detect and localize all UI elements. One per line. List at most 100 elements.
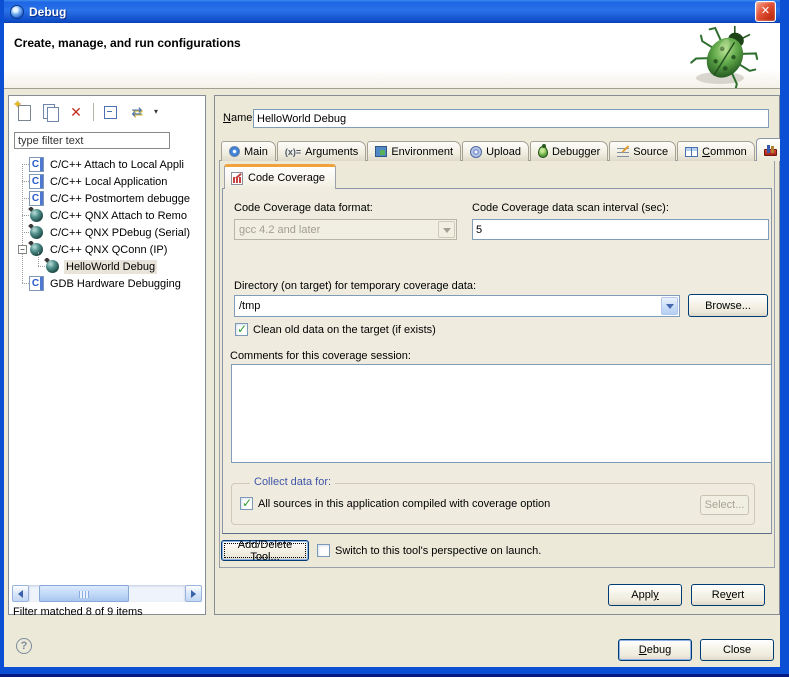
clean-old-data-checkbox-row[interactable]: Clean old data on the target (if exists) (235, 323, 436, 336)
tab-common[interactable]: Common (677, 141, 755, 161)
close-button[interactable]: Close (700, 639, 774, 661)
window-close-button[interactable]: ✕ (755, 1, 776, 22)
scroll-right-arrow-icon[interactable] (185, 585, 202, 602)
tree-item[interactable]: − C/C++ QNX QConn (IP) (9, 241, 203, 258)
filter-menu-caret-icon[interactable]: ▾ (154, 103, 162, 121)
comments-textarea[interactable] (231, 364, 772, 463)
coverage-chart-icon (231, 172, 243, 185)
configurations-sidebar: ✕ ⇄ ▾ C/C++ Attach to Local Appli C/C++ L… (8, 95, 206, 615)
tree-item-label: C/C++ Local Application (48, 175, 169, 189)
source-icon (617, 146, 629, 158)
upload-icon (470, 146, 482, 158)
dialog-header-title: Create, manage, and run configurations (14, 36, 241, 50)
select-button: Select... (700, 495, 749, 515)
tree-connector (22, 164, 29, 165)
tree-item-label: C/C++ QNX QConn (IP) (48, 243, 169, 257)
all-sources-checkbox-row[interactable]: All sources in this application compiled… (240, 497, 550, 510)
duplicate-icon[interactable] (41, 103, 59, 121)
all-sources-label: All sources in this application compiled… (258, 498, 550, 510)
configuration-detail-panel: Name: Main(x)=Arguments Environment Upload… (214, 95, 780, 615)
help-icon[interactable]: ? (16, 638, 32, 654)
tree-connector (22, 181, 29, 182)
tab-environment[interactable]: Environment (367, 141, 461, 161)
tab-arguments[interactable]: (x)=Arguments (277, 141, 366, 161)
tab-code-coverage[interactable]: Code Coverage (224, 164, 336, 189)
scan-interval-label: Code Coverage data scan interval (sec): (472, 202, 669, 214)
code-coverage-tab-label: Code Coverage (248, 172, 325, 184)
tree-item-label: GDB Hardware Debugging (48, 277, 183, 291)
new-config-icon[interactable] (15, 103, 33, 121)
switch-perspective-checkbox[interactable] (317, 544, 330, 557)
switch-perspective-checkbox-row[interactable]: Switch to this tool's perspective on lau… (317, 544, 541, 557)
toolbox-icon (764, 149, 777, 156)
tree-item[interactable]: C/C++ Attach to Local Appli (9, 156, 203, 173)
tree-connector (22, 283, 29, 284)
clean-old-data-checkbox[interactable] (235, 323, 248, 336)
add-delete-tool-button[interactable]: Add/Delete Tool... (221, 540, 309, 561)
tab-source[interactable]: Source (609, 141, 676, 161)
tree-item[interactable]: C/C++ QNX Attach to Remo (9, 207, 203, 224)
qnx-target-icon (30, 243, 43, 256)
scan-interval-input[interactable] (472, 219, 769, 240)
qnx-target-icon (46, 260, 59, 273)
filter-input[interactable] (14, 132, 170, 149)
tree-item-label: C/C++ QNX PDebug (Serial) (48, 226, 192, 240)
scroll-left-arrow-icon[interactable] (12, 585, 29, 602)
debug-button[interactable]: Debug (618, 639, 692, 661)
tab-label: Source (633, 146, 668, 158)
tree-item[interactable]: C/C++ Postmortem debugge (9, 190, 203, 207)
dialog-header: Create, manage, and run configurations (4, 23, 780, 89)
tree-horizontal-scrollbar[interactable] (12, 585, 202, 602)
collapse-expander-icon[interactable]: − (18, 245, 27, 254)
tab-upload[interactable]: Upload (462, 141, 529, 161)
qnx-target-icon (30, 209, 43, 222)
delete-icon[interactable]: ✕ (67, 103, 85, 121)
tree-connector (22, 215, 29, 216)
window-content: Debug ✕ Create, manage, and run configur… (4, 0, 780, 667)
tree-item[interactable]: C/C++ QNX PDebug (Serial) (9, 224, 203, 241)
tab-main[interactable]: Main (221, 141, 276, 161)
tab-label: Environment (391, 146, 453, 158)
tab-label: Upload (486, 146, 521, 158)
switch-perspective-label: Switch to this tool's perspective on lau… (335, 545, 541, 557)
table-icon (685, 147, 698, 157)
directory-combo-value: /tmp (235, 300, 660, 312)
scrollbar-thumb[interactable] (39, 585, 129, 602)
tree-item-label: C/C++ Attach to Local Appli (48, 158, 186, 172)
configurations-tree: C/C++ Attach to Local Appli C/C++ Local A… (9, 156, 203, 296)
tree-connector (38, 266, 45, 267)
filter-status-text: Filter matched 8 of 9 items (13, 606, 143, 618)
apply-button[interactable]: Apply (608, 584, 682, 606)
tab-label: Arguments (305, 146, 358, 158)
tree-item-label: HelloWorld Debug (64, 260, 157, 274)
tree-item[interactable]: C/C++ Local Application (9, 173, 203, 190)
collapse-all-icon[interactable] (102, 103, 120, 121)
tab-row: Main(x)=Arguments Environment Upload Debugg… (221, 138, 780, 161)
comments-label: Comments for this coverage session: (230, 350, 411, 362)
window-title: Debug (29, 5, 755, 19)
all-sources-checkbox[interactable] (240, 497, 253, 510)
collect-data-group-title: Collect data for: (250, 476, 335, 488)
chevron-down-icon[interactable] (661, 297, 678, 315)
name-input[interactable] (253, 109, 769, 128)
directory-combo[interactable]: /tmp (234, 295, 680, 317)
tree-item[interactable]: HelloWorld Debug (9, 258, 203, 275)
scrollbar-track[interactable] (29, 585, 185, 602)
clean-old-data-label: Clean old data on the target (if exists) (253, 324, 436, 336)
title-bar[interactable]: Debug ✕ (4, 0, 780, 23)
bug-icon (538, 146, 548, 158)
c-app-icon (29, 174, 44, 189)
tab-debugger[interactable]: Debugger (530, 141, 608, 161)
tab-label: Debugger (552, 146, 600, 158)
tree-connector (22, 232, 29, 233)
c-app-icon (29, 191, 44, 206)
browse-button[interactable]: Browse... (688, 294, 768, 317)
tree-item-label: C/C++ QNX Attach to Remo (48, 209, 189, 223)
format-combo-value: gcc 4.2 and later (235, 224, 437, 236)
tab-tools[interactable]: Tools (756, 138, 780, 161)
tree-item[interactable]: GDB Hardware Debugging (9, 275, 203, 292)
name-label: Name: (223, 112, 255, 124)
revert-button[interactable]: Revert (691, 584, 765, 606)
tools-tab-content: Code Coverage Code Coverage data format:… (219, 160, 775, 568)
filter-icon[interactable]: ⇄ (128, 103, 146, 121)
